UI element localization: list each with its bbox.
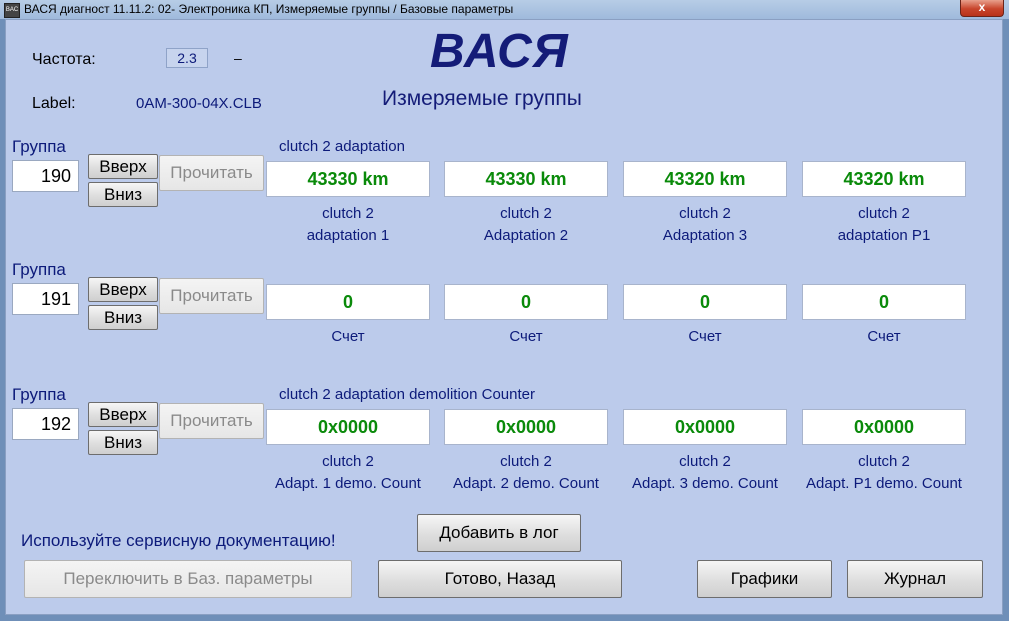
group-down-button[interactable]: Вниз bbox=[88, 430, 158, 455]
group-down-button[interactable]: Вниз bbox=[88, 182, 158, 207]
frequency-value: 2.3 bbox=[166, 48, 208, 68]
page-title: Измеряемые группы bbox=[382, 87, 582, 110]
value-caption-line: clutch 2 bbox=[500, 205, 552, 222]
value-caption: clutch 2 Adapt. 1 demo. Count bbox=[258, 451, 438, 495]
value-caption: clutch 2 Adapt. 3 demo. Count bbox=[615, 451, 795, 495]
value-caption-line: Счет bbox=[509, 328, 543, 345]
brand-logo-text: ВАСЯ bbox=[430, 25, 569, 78]
value-caption-line: clutch 2 bbox=[858, 453, 910, 470]
group-up-button[interactable]: Вверх bbox=[88, 277, 158, 302]
value-caption-line: adaptation 1 bbox=[306, 227, 390, 244]
value-caption: Счет bbox=[794, 326, 974, 348]
value-caption-line: clutch 2 bbox=[500, 453, 552, 470]
switch-basic-params-button[interactable]: Переключить в Баз. параметры bbox=[24, 560, 352, 598]
window-title: ВАСЯ диагност 11.11.2: 02- Электроника К… bbox=[24, 2, 514, 16]
journal-button[interactable]: Журнал bbox=[847, 560, 983, 598]
value-caption: clutch 2 Adaptation 3 bbox=[615, 203, 795, 247]
main-panel: Частота: 2.3 – Label: 0AM-300-04X.CLB ВА… bbox=[5, 19, 1003, 615]
group-number-input[interactable]: 190 bbox=[12, 160, 79, 192]
close-button[interactable]: x bbox=[960, 0, 1004, 17]
value-caption-line: clutch 2 bbox=[858, 205, 910, 222]
value-caption-line: Adaptation 3 bbox=[662, 227, 748, 244]
value-caption: clutch 2 adaptation P1 bbox=[794, 203, 974, 247]
value-caption-line: Adapt. 1 demo. Count bbox=[275, 475, 421, 492]
group-label: Группа bbox=[12, 260, 66, 279]
value-caption-line: Adaptation 2 bbox=[483, 227, 569, 244]
group-title: clutch 2 adaptation demolition Counter bbox=[279, 386, 535, 403]
value-caption: Счет bbox=[436, 326, 616, 348]
group-number-input[interactable]: 192 bbox=[12, 408, 79, 440]
value-caption: Счет bbox=[615, 326, 795, 348]
graphs-button[interactable]: Графики bbox=[697, 560, 832, 598]
read-button[interactable]: Прочитать bbox=[159, 155, 264, 191]
add-to-log-button[interactable]: Добавить в лог bbox=[417, 514, 581, 552]
measured-value: 0x0000 bbox=[444, 409, 608, 445]
app-icon: BAC bbox=[4, 3, 20, 18]
measured-value: 43320 km bbox=[623, 161, 787, 197]
value-caption: clutch 2 Adaptation 2 bbox=[436, 203, 616, 247]
value-caption: clutch 2 Adapt. 2 demo. Count bbox=[436, 451, 616, 495]
value-caption-line: Счет bbox=[867, 328, 901, 345]
read-button[interactable]: Прочитать bbox=[159, 278, 264, 314]
value-caption-line: Счет bbox=[331, 328, 365, 345]
group-up-button[interactable]: Вверх bbox=[88, 154, 158, 179]
group-number-input[interactable]: 191 bbox=[12, 283, 79, 315]
done-back-button[interactable]: Готово, Назад bbox=[378, 560, 622, 598]
value-caption: Счет bbox=[258, 326, 438, 348]
label-caption: Label: bbox=[32, 95, 76, 112]
measured-value: 0 bbox=[623, 284, 787, 320]
value-caption-line: clutch 2 bbox=[679, 453, 731, 470]
group-up-button[interactable]: Вверх bbox=[88, 402, 158, 427]
measured-value: 0 bbox=[802, 284, 966, 320]
value-caption-line: Счет bbox=[688, 328, 722, 345]
label-file: 0AM-300-04X.CLB bbox=[136, 95, 262, 112]
group-title: clutch 2 adaptation bbox=[279, 138, 405, 155]
frequency-dash: – bbox=[234, 50, 242, 66]
value-caption-line: clutch 2 bbox=[322, 453, 374, 470]
measured-value: 0 bbox=[266, 284, 430, 320]
value-caption: clutch 2 adaptation 1 bbox=[258, 203, 438, 247]
value-caption-line: Adapt. P1 demo. Count bbox=[806, 475, 962, 492]
value-caption-line: clutch 2 bbox=[679, 205, 731, 222]
measured-value: 0x0000 bbox=[266, 409, 430, 445]
measured-value: 0 bbox=[444, 284, 608, 320]
value-caption-line: adaptation P1 bbox=[837, 227, 931, 244]
value-caption-line: Adapt. 3 demo. Count bbox=[632, 475, 778, 492]
measured-value: 43330 km bbox=[266, 161, 430, 197]
measured-value: 43320 km bbox=[802, 161, 966, 197]
title-bar: BAC ВАСЯ диагност 11.11.2: 02- Электрони… bbox=[0, 0, 1009, 19]
group-label: Группа bbox=[12, 137, 66, 156]
value-caption: clutch 2 Adapt. P1 demo. Count bbox=[794, 451, 974, 495]
read-button[interactable]: Прочитать bbox=[159, 403, 264, 439]
value-caption-line: Adapt. 2 demo. Count bbox=[453, 475, 599, 492]
measured-value: 43330 km bbox=[444, 161, 608, 197]
group-down-button[interactable]: Вниз bbox=[88, 305, 158, 330]
value-caption-line: clutch 2 bbox=[322, 205, 374, 222]
measured-value: 0x0000 bbox=[802, 409, 966, 445]
measured-value: 0x0000 bbox=[623, 409, 787, 445]
group-label: Группа bbox=[12, 385, 66, 404]
frequency-label: Частота: bbox=[32, 51, 96, 68]
service-notice: Используйте сервисную документацию! bbox=[21, 531, 336, 550]
